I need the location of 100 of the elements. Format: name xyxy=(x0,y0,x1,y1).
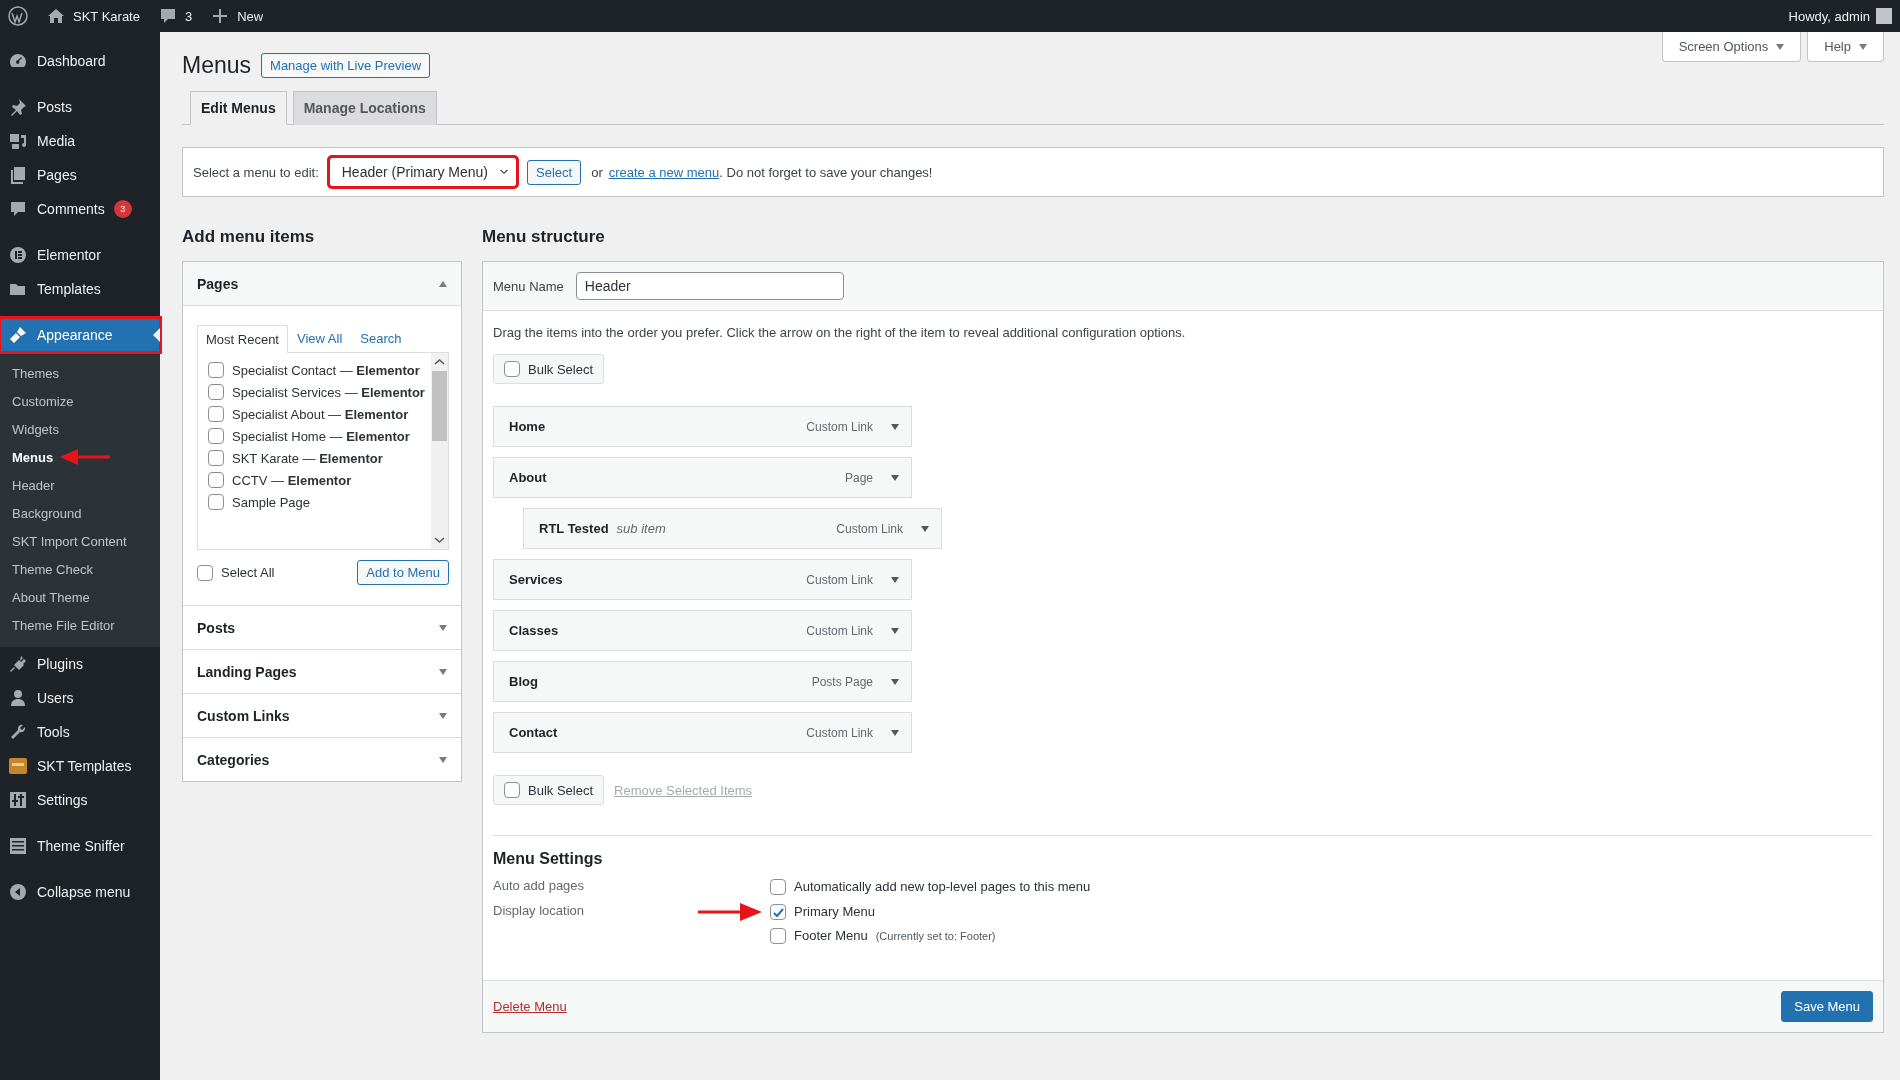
accordion-header[interactable]: Pages xyxy=(183,262,461,306)
item-type-label: Custom Link xyxy=(806,725,873,740)
media-icon xyxy=(8,131,28,151)
checkbox[interactable] xyxy=(770,879,786,895)
delete-menu-link[interactable]: Delete Menu xyxy=(493,999,567,1014)
submenu-item[interactable]: Header xyxy=(0,471,160,499)
menu-item-bar[interactable]: Home Custom Link xyxy=(493,406,912,447)
checkbox[interactable] xyxy=(208,472,224,488)
checkbox[interactable] xyxy=(504,361,520,377)
menu-item-bar[interactable]: Classes Custom Link xyxy=(493,610,912,651)
checkbox[interactable] xyxy=(208,428,224,444)
option-label: Automatically add new top-level pages to this menu xyxy=(794,878,1091,896)
submenu-item[interactable]: Themes xyxy=(0,359,160,387)
submenu-item[interactable]: Theme Check xyxy=(0,555,160,583)
option-label: Footer Menu xyxy=(794,927,868,945)
new-link[interactable]: New xyxy=(210,6,264,26)
sidebar-item[interactable]: Media xyxy=(0,124,160,158)
caret-icon xyxy=(891,678,899,685)
paintbrush-icon xyxy=(8,325,28,345)
menu-item-bar[interactable]: About Page xyxy=(493,457,912,498)
screen-meta-button[interactable]: Help xyxy=(1807,32,1884,62)
caret-icon xyxy=(439,756,447,763)
tab[interactable]: Search xyxy=(351,324,411,352)
save-reminder-text: . Do not forget to save your changes! xyxy=(719,164,933,180)
sidebar-item[interactable]: Plugins xyxy=(0,647,160,681)
sidebar-item[interactable]: Elementor xyxy=(0,238,160,272)
checkbox[interactable] xyxy=(208,406,224,422)
sidebar-item[interactable]: Settings xyxy=(0,783,160,817)
select-label: Select a menu to edit: xyxy=(193,164,319,180)
sidebar-item[interactable]: Comments 3 xyxy=(0,192,160,226)
count-badge: 3 xyxy=(113,200,132,218)
item-type-label: Custom Link xyxy=(806,419,873,434)
checkbox[interactable] xyxy=(197,564,213,581)
bulk-select-control[interactable]: Bulk Select xyxy=(493,775,605,805)
checkbox[interactable] xyxy=(208,362,224,378)
caret-icon xyxy=(891,576,899,583)
caret-up-icon xyxy=(439,280,447,287)
save-menu-button[interactable]: Save Menu xyxy=(1781,991,1873,1022)
caret-icon xyxy=(891,474,899,481)
plug-icon xyxy=(8,654,28,674)
checkbox[interactable] xyxy=(504,782,520,798)
site-name-link[interactable]: SKT Karate xyxy=(46,6,140,26)
item-type-label: Page xyxy=(844,470,873,485)
tab[interactable]: Edit Menus xyxy=(190,91,287,125)
menu-item-bar[interactable]: Contact Custom Link xyxy=(493,712,912,753)
tab[interactable]: View All xyxy=(288,324,352,352)
comments-link[interactable]: 3 xyxy=(157,6,193,26)
select-button[interactable]: Select xyxy=(527,159,582,185)
item-type-label: Custom Link xyxy=(836,521,903,536)
bulk-select-control[interactable]: Bulk Select xyxy=(493,354,605,384)
sidebar-item[interactable]: Dashboard xyxy=(0,44,160,78)
checkbox[interactable] xyxy=(208,494,224,510)
menu-item-bar[interactable]: Services Custom Link xyxy=(493,559,912,600)
page-option-label: CCTV — Elementor xyxy=(232,473,352,488)
page-option-label: Specialist Contact — Elementor xyxy=(232,363,420,378)
submenu-item[interactable]: About Theme xyxy=(0,583,160,611)
submenu-item[interactable]: Customize xyxy=(0,387,160,415)
pages-icon xyxy=(8,165,28,185)
live-preview-button[interactable]: Manage with Live Preview xyxy=(261,53,431,78)
submenu-item[interactable]: SKT Import Content xyxy=(0,527,160,555)
checkbox[interactable] xyxy=(770,928,786,944)
submenu-item[interactable]: Menus xyxy=(0,443,160,471)
page-option-label: SKT Karate — Elementor xyxy=(232,451,383,466)
tab[interactable]: Most Recent xyxy=(197,325,288,353)
page-title: Menus xyxy=(182,52,252,79)
tab[interactable]: Manage Locations xyxy=(292,91,437,125)
screen-meta-button[interactable]: Screen Options xyxy=(1661,32,1802,62)
page-option-label: Specialist Services — Elementor xyxy=(232,385,425,400)
submenu-item[interactable]: Widgets xyxy=(0,415,160,443)
menu-dropdown[interactable]: Header (Primary Menu) xyxy=(328,157,517,187)
sidebar-item[interactable]: Theme Sniffer xyxy=(0,829,160,863)
sidebar-item[interactable]: Posts xyxy=(0,90,160,124)
wordpress-logo-icon[interactable] xyxy=(8,6,28,26)
checkbox[interactable] xyxy=(208,384,224,400)
sidebar-item[interactable]: Tools xyxy=(0,715,160,749)
submenu-item[interactable]: Theme File Editor xyxy=(0,611,160,639)
sidebar-item[interactable]: Appearance xyxy=(0,318,160,352)
user-icon xyxy=(8,688,28,708)
elementor-icon xyxy=(8,245,28,265)
sidebar-item[interactable]: Users xyxy=(0,681,160,715)
setting-label: Auto add pages xyxy=(493,878,586,895)
submenu-item[interactable]: Background xyxy=(0,499,160,527)
caret-icon xyxy=(891,627,899,634)
menu-item-bar[interactable]: Blog Posts Page xyxy=(493,661,912,702)
sidebar-item[interactable]: Templates xyxy=(0,272,160,306)
add-to-menu-button[interactable]: Add to Menu xyxy=(357,560,449,585)
caret-icon xyxy=(921,525,929,532)
sidebar-item[interactable]: SKT Templates xyxy=(0,749,160,783)
menu-name-label: Menu Name xyxy=(493,278,564,294)
checkbox[interactable] xyxy=(770,904,786,920)
sidebar-item[interactable]: Collapse menu xyxy=(0,875,160,909)
item-note: sub item xyxy=(616,521,666,536)
section-heading: Add menu items xyxy=(182,227,316,247)
menu-item-bar[interactable]: RTL Tested sub item Custom Link xyxy=(523,508,942,549)
instructions-text: Drag the items into the order you prefer. Click the arrow on the right of the item to reveal additional configuration options. xyxy=(493,325,1187,340)
plugin-logo-icon xyxy=(8,756,28,776)
checkbox[interactable] xyxy=(208,450,224,466)
sidebar-item[interactable]: Pages xyxy=(0,158,160,192)
menu-name-field[interactable]: Header xyxy=(575,272,844,300)
greeting-link[interactable]: Howdy, admin xyxy=(1788,8,1870,24)
